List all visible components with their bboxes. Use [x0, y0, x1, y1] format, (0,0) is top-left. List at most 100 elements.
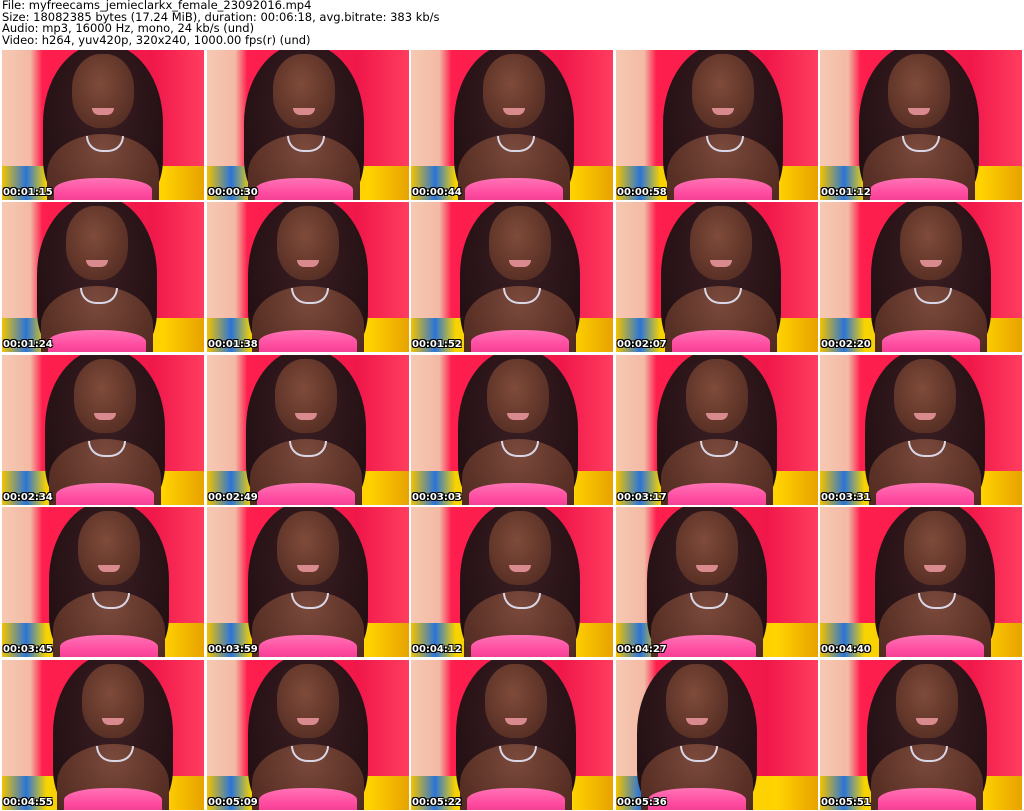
video-thumbnail: 00:04:55: [2, 660, 204, 810]
file-info-header: File: myfreecams_jemieclarkx_female_2309…: [2, 0, 1022, 47]
video-thumbnail: 00:00:58: [616, 50, 818, 200]
face-shape: [275, 359, 337, 433]
video-thumbnail: 00:05:51: [820, 660, 1022, 810]
pink-top-shape: [471, 635, 569, 657]
mouth-shape: [706, 413, 728, 420]
thumbnail-timestamp: 00:03:45: [3, 644, 53, 655]
video-thumbnail: 00:05:36: [616, 660, 818, 810]
mouth-shape: [94, 413, 116, 420]
pink-top-shape: [882, 330, 980, 352]
thumbnail-timestamp: 00:03:17: [617, 492, 667, 503]
video-thumbnail: 00:02:34: [2, 355, 204, 505]
thumbnail-timestamp: 00:04:40: [821, 644, 871, 655]
face-shape: [277, 511, 339, 585]
video-thumbnail: 00:00:44: [411, 50, 613, 200]
video-thumbnail: 00:05:22: [411, 660, 613, 810]
thumbnail-grid: 00:01:15 00:00:30 00:00:44 00:00:58 00:01:12…: [0, 50, 1024, 811]
pink-top-shape: [876, 483, 974, 505]
mouth-shape: [297, 565, 319, 572]
video-thumbnail: 00:03:17: [616, 355, 818, 505]
thumbnail-timestamp: 00:05:51: [821, 797, 871, 808]
face-shape: [273, 54, 335, 128]
mouth-shape: [920, 260, 942, 267]
mouth-shape: [98, 565, 120, 572]
pink-top-shape: [48, 330, 146, 352]
pink-top-shape: [886, 635, 984, 657]
face-shape: [485, 664, 547, 738]
video-thumbnail: 00:04:40: [820, 507, 1022, 657]
face-shape: [676, 511, 738, 585]
pink-top-shape: [259, 788, 357, 810]
pink-top-shape: [870, 178, 968, 200]
thumbnail-timestamp: 00:00:58: [617, 187, 667, 198]
video-thumbnail: 00:03:31: [820, 355, 1022, 505]
mouth-shape: [924, 565, 946, 572]
face-shape: [487, 359, 549, 433]
face-shape: [896, 664, 958, 738]
thumbnail-timestamp: 00:05:36: [617, 797, 667, 808]
mouth-shape: [916, 718, 938, 725]
video-info-line: Video: h264, yuv420p, 320x240, 1000.00 f…: [2, 33, 311, 48]
mouth-shape: [509, 260, 531, 267]
pink-top-shape: [259, 635, 357, 657]
video-thumbnail: 00:04:27: [616, 507, 818, 657]
video-thumbnail: 00:01:15: [2, 50, 204, 200]
pink-top-shape: [56, 483, 154, 505]
mouth-shape: [712, 108, 734, 115]
face-shape: [904, 511, 966, 585]
video-thumbnail: 00:02:07: [616, 202, 818, 352]
face-shape: [686, 359, 748, 433]
thumbnail-timestamp: 00:04:55: [3, 797, 53, 808]
mouth-shape: [696, 565, 718, 572]
thumbnail-timestamp: 00:01:12: [821, 187, 871, 198]
thumbnail-timestamp: 00:02:20: [821, 339, 871, 350]
pink-top-shape: [257, 483, 355, 505]
pink-top-shape: [469, 483, 567, 505]
mouth-shape: [503, 108, 525, 115]
pink-top-shape: [465, 178, 563, 200]
pink-top-shape: [658, 635, 756, 657]
mouth-shape: [295, 413, 317, 420]
video-thumbnail: 00:03:03: [411, 355, 613, 505]
video-thumbnail: 00:01:12: [820, 50, 1022, 200]
mouth-shape: [507, 413, 529, 420]
video-thumbnail: 00:03:45: [2, 507, 204, 657]
face-shape: [78, 511, 140, 585]
video-thumbnail: 00:03:59: [207, 507, 409, 657]
video-thumbnail: 00:05:09: [207, 660, 409, 810]
pink-top-shape: [674, 178, 772, 200]
face-shape: [66, 206, 128, 280]
video-thumbnail: 00:02:20: [820, 202, 1022, 352]
mouth-shape: [505, 718, 527, 725]
thumbnail-timestamp: 00:05:22: [412, 797, 462, 808]
pink-top-shape: [60, 635, 158, 657]
pink-top-shape: [668, 483, 766, 505]
pink-top-shape: [64, 788, 162, 810]
face-shape: [888, 54, 950, 128]
thumbnail-timestamp: 00:04:12: [412, 644, 462, 655]
thumbnail-timestamp: 00:00:44: [412, 187, 462, 198]
face-shape: [900, 206, 962, 280]
face-shape: [690, 206, 752, 280]
face-shape: [82, 664, 144, 738]
mouth-shape: [914, 413, 936, 420]
video-thumbnail: 00:01:38: [207, 202, 409, 352]
face-shape: [894, 359, 956, 433]
video-thumbnail: 00:02:49: [207, 355, 409, 505]
mouth-shape: [297, 718, 319, 725]
pink-top-shape: [878, 788, 976, 810]
face-shape: [666, 664, 728, 738]
thumbnail-timestamp: 00:04:27: [617, 644, 667, 655]
thumbnail-timestamp: 00:00:30: [208, 187, 258, 198]
pink-top-shape: [467, 788, 565, 810]
thumbnail-timestamp: 00:03:31: [821, 492, 871, 503]
face-shape: [277, 206, 339, 280]
thumbnail-timestamp: 00:02:49: [208, 492, 258, 503]
thumbnail-timestamp: 00:03:03: [412, 492, 462, 503]
thumbnail-timestamp: 00:02:07: [617, 339, 667, 350]
mouth-shape: [293, 108, 315, 115]
face-shape: [74, 359, 136, 433]
thumbnail-timestamp: 00:01:15: [3, 187, 53, 198]
pink-top-shape: [471, 330, 569, 352]
mouth-shape: [686, 718, 708, 725]
